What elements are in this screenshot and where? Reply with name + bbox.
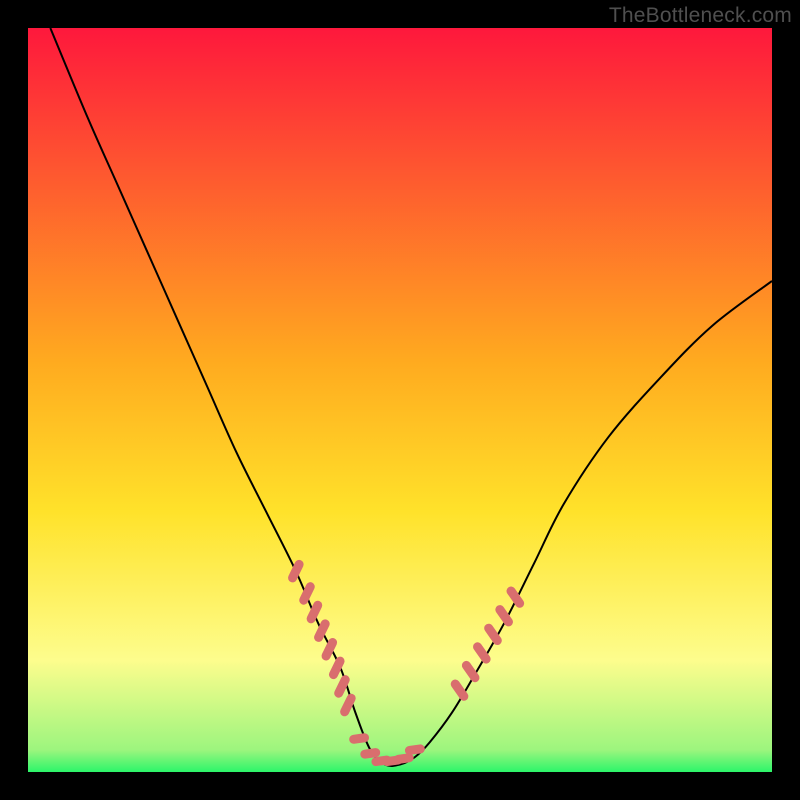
chart-frame: TheBottleneck.com bbox=[0, 0, 800, 800]
watermark-text: TheBottleneck.com bbox=[609, 4, 792, 28]
plot-area bbox=[28, 28, 772, 772]
chart-svg bbox=[28, 28, 772, 772]
gradient-background bbox=[28, 28, 772, 772]
